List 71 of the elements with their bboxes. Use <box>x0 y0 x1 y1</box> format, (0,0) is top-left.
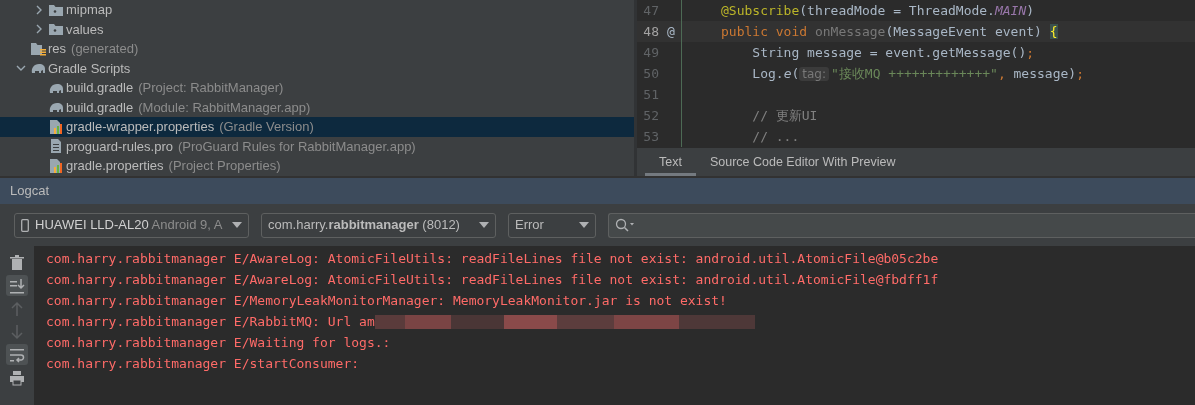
tree-item[interactable]: res (generated) <box>0 39 634 59</box>
item-label: proguard-rules.pro <box>66 137 173 156</box>
code-text: String message = event.getMessage(); <box>751 43 1035 62</box>
item-note: (Project: RabbitManager) <box>138 79 284 97</box>
item-label: gradle-wrapper.properties <box>66 118 215 136</box>
folder-icon <box>30 41 46 56</box>
code-text: // 更新UI <box>751 106 818 125</box>
code-text: // ... <box>751 127 800 146</box>
code-text: Log.e( tag: "接收MQ +++++++++++++", message); <box>751 64 1084 83</box>
item-label: values <box>66 20 104 39</box>
delete-icon <box>9 254 25 271</box>
phone-icon <box>21 218 29 232</box>
tree-item[interactable]: gradle-wrapper.properties (Gradle Version) <box>0 117 634 137</box>
tree-item[interactable]: proguard-rules.pro (ProGuard Rules for RabbitManager.app) <box>0 136 634 156</box>
tree-item[interactable]: build.gradle (Project: RabbitManager) <box>0 78 634 98</box>
line-number: 50 <box>642 64 660 83</box>
code-text: @Subscribe(threadMode = ThreadMode.MAIN) <box>721 1 1035 20</box>
search-field[interactable] <box>608 212 1195 238</box>
tree-item[interactable]: build.gradle (Module: RabbitManager.app) <box>0 97 634 117</box>
log-level-dropdown[interactable]: Error <box>508 212 596 238</box>
item-note: (Module: RabbitManager.app) <box>138 98 311 117</box>
line-number: 48 <box>642 22 660 41</box>
item-note: (Gradle Version) <box>219 118 314 136</box>
tree-item[interactable]: mipmap <box>0 0 634 20</box>
caret-icon <box>232 222 242 228</box>
folder-icon <box>48 22 64 37</box>
print-icon <box>9 369 25 386</box>
elephant-icon <box>30 61 46 76</box>
log-line: com.harry.rabbitmanager E/RabbitMQ: Url am <box>46 312 375 331</box>
item-note: (ProGuard Rules for RabbitManager.app) <box>177 137 416 156</box>
tree-item[interactable]: values <box>0 19 634 39</box>
soft-wrap-button[interactable] <box>6 344 28 365</box>
scroll-to-end-icon <box>9 277 25 294</box>
item-label: build.gradle <box>66 98 134 117</box>
log-line: com.harry.rabbitmanager E/AwareLog: AtomicFileUtils: readFileLines file not exist: android.util.AtomicFile@b05c2be <box>46 249 939 268</box>
caret-icon <box>479 222 489 228</box>
panel-title: Logcat <box>10 182 50 201</box>
line-number: 52 <box>642 106 660 125</box>
tree-item[interactable]: gradle.properties (Project Properties) <box>0 156 634 176</box>
log-line: com.harry.rabbitmanager E/startConsumer: <box>46 354 360 373</box>
tree-item[interactable]: Gradle Scripts <box>0 58 634 78</box>
line-number: 53 <box>642 127 660 146</box>
item-label: res <box>48 40 67 58</box>
item-note: (generated) <box>71 40 139 58</box>
elephant-icon <box>48 100 64 115</box>
editor-tab[interactable]: Text <box>645 148 696 176</box>
line-number: 49 <box>642 43 660 62</box>
process-dropdown[interactable]: com.harry.rabbitmanager (8012) <box>261 212 496 238</box>
item-label: Gradle Scripts <box>48 59 131 78</box>
item-label: mipmap <box>66 1 113 19</box>
file-icon <box>48 139 64 154</box>
code-text: public void onMessage(MessageEvent event) { <box>721 22 1058 41</box>
up-arrow-icon <box>9 300 25 317</box>
line-number: 51 <box>642 85 660 104</box>
device-dropdown[interactable]: HUAWEI LLD-AL20 Android 9, A <box>14 212 249 238</box>
item-note: (Project Properties) <box>168 157 281 175</box>
item-label: gradle.properties <box>66 157 164 175</box>
log-line: com.harry.rabbitmanager E/MemoryLeakMonitorManager: MemoryLeakMonitor.jar is not exist! <box>46 291 727 310</box>
caret-icon <box>579 222 589 228</box>
properties-file-icon <box>48 119 64 134</box>
soft-wrap-icon <box>9 346 25 363</box>
scroll-to-end-button[interactable] <box>6 275 28 296</box>
log-line: com.harry.rabbitmanager E/AwareLog: AtomicFileUtils: readFileLines file not exist: android.util.AtomicFile@fbdff1f <box>46 270 939 289</box>
annotation-gutter-icon[interactable]: @ <box>667 23 675 39</box>
properties-file-icon <box>48 158 64 173</box>
line-number: 47 <box>642 1 660 20</box>
search-icon <box>615 218 635 232</box>
editor-tab[interactable]: Source Code Editor With Preview <box>695 148 910 176</box>
item-label: build.gradle <box>66 79 134 97</box>
down-arrow-icon <box>9 323 25 340</box>
log-line: com.harry.rabbitmanager E/Waiting for logs.: <box>46 333 391 352</box>
